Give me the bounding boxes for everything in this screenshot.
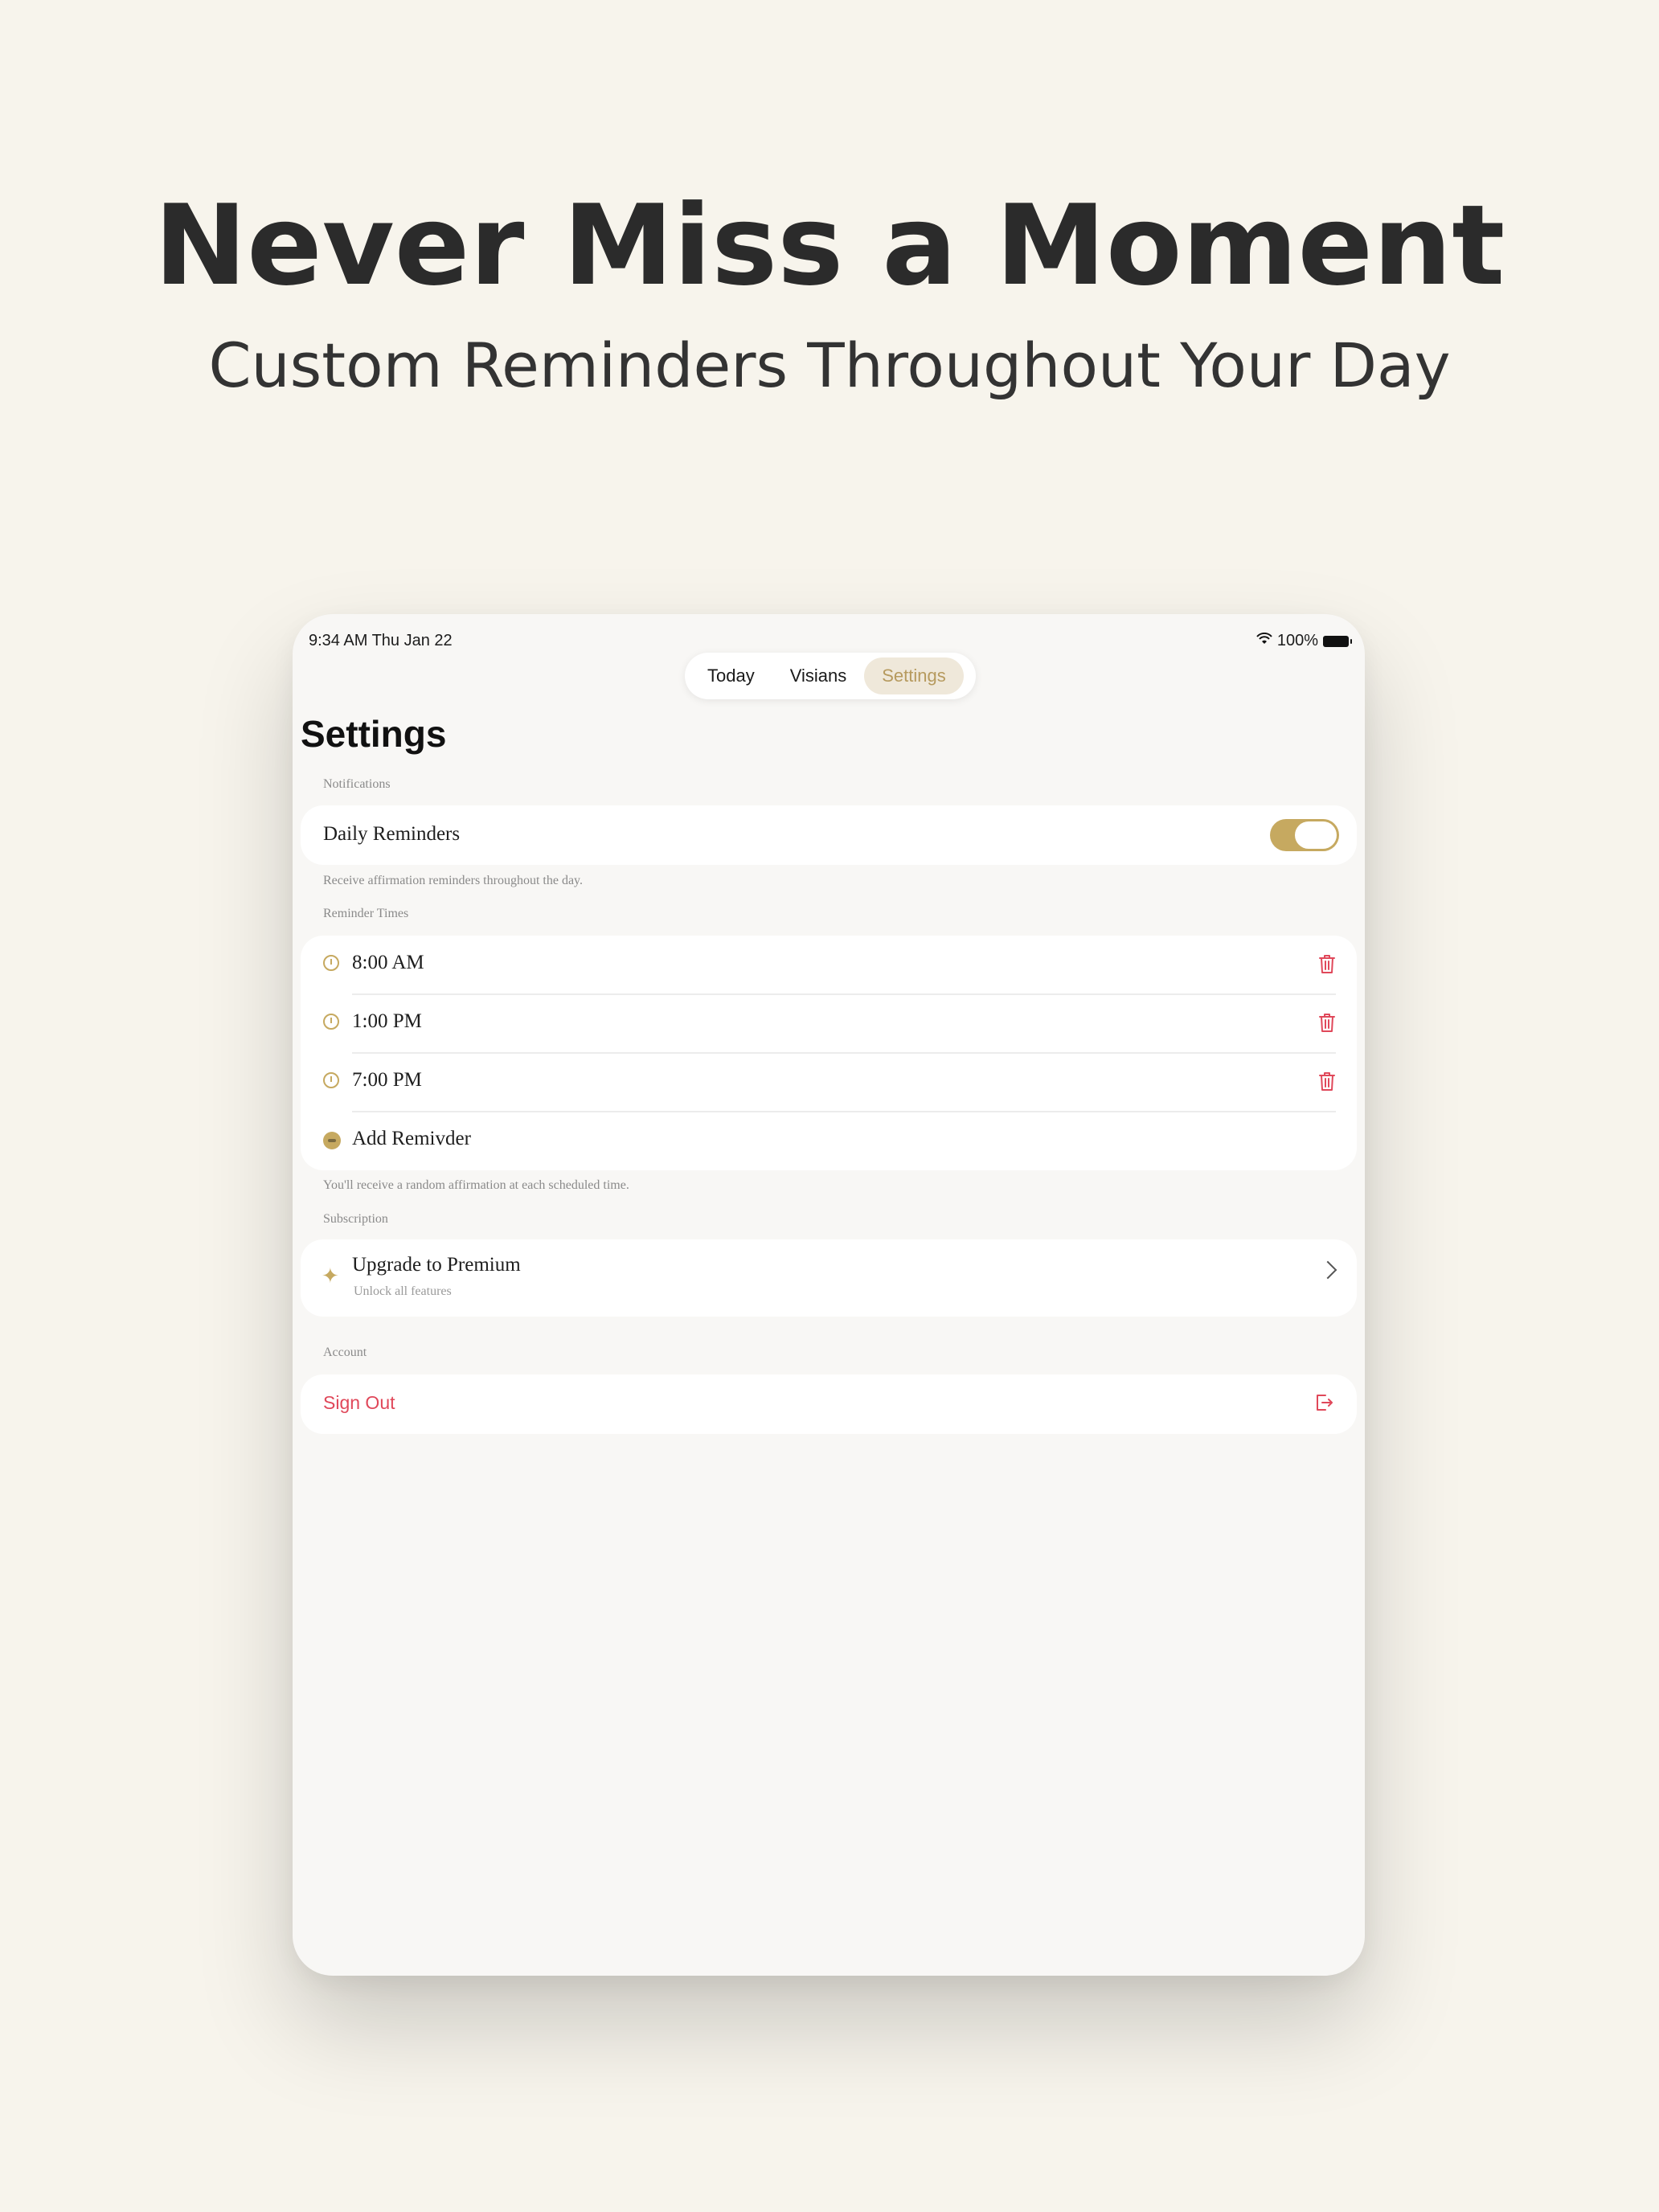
add-reminder-button[interactable]: Add Remivder: [301, 1112, 1357, 1170]
sign-out-row[interactable]: Sign Out: [301, 1374, 1357, 1434]
hero-subtitle: Custom Reminders Throughout Your Day: [208, 330, 1451, 401]
trash-icon[interactable]: [1318, 1012, 1336, 1033]
status-right: 100%: [1256, 632, 1352, 650]
chevron-right-icon: [1318, 1260, 1337, 1280]
wifi-icon: [1256, 632, 1272, 649]
section-label-account: Account: [323, 1346, 367, 1359]
page-title: Settings: [301, 713, 447, 755]
battery-percent: 100%: [1276, 632, 1318, 649]
daily-reminders-card: Daily Reminders: [301, 805, 1357, 865]
reminder-row[interactable]: 8:00 AM: [301, 936, 1357, 994]
battery-icon: [1323, 635, 1352, 647]
daily-reminders-toggle[interactable]: [1270, 819, 1339, 851]
upgrade-subtitle: Unlock all features: [354, 1284, 452, 1298]
toggle-knob: [1295, 821, 1337, 849]
reminder-row[interactable]: 7:00 PM: [301, 1053, 1357, 1112]
tab-today[interactable]: Today: [690, 657, 772, 694]
sparkle-icon: ✦: [322, 1264, 339, 1288]
add-circle-icon: [323, 1132, 341, 1149]
reminder-time: 7:00 PM: [352, 1069, 422, 1091]
reminder-times-note: You'll receive a random affirmation at e…: [323, 1178, 629, 1192]
reminder-times-card: 8:00 AM 1:00 PM 7:00 PM Add Remivder: [301, 936, 1357, 1170]
section-label-notifications: Notifications: [323, 777, 391, 791]
section-label-reminder-times: Reminder Times: [323, 907, 409, 920]
segmented-tabs: Today Visians Settings: [685, 653, 976, 699]
status-time: 9:34 AM Thu Jan 22: [309, 632, 453, 649]
reminder-time: 8:00 AM: [352, 952, 424, 973]
sign-out-label: Sign Out: [323, 1392, 395, 1413]
reminder-time: 1:00 PM: [352, 1010, 422, 1032]
tablet-screen: 9:34 AM Thu Jan 22 100% Today Visians Se…: [293, 614, 1365, 1976]
section-label-subscription: Subscription: [323, 1212, 388, 1226]
tab-settings[interactable]: Settings: [864, 657, 964, 694]
daily-reminders-label: Daily Reminders: [323, 823, 461, 845]
trash-icon[interactable]: [1318, 1071, 1336, 1092]
clock-icon: [323, 1014, 339, 1030]
clock-icon: [323, 1072, 339, 1088]
reminder-row[interactable]: 1:00 PM: [301, 994, 1357, 1053]
upgrade-premium-row[interactable]: ✦ Upgrade to Premium Unlock all features: [301, 1239, 1357, 1317]
trash-icon[interactable]: [1318, 953, 1336, 974]
upgrade-title: Upgrade to Premium: [352, 1254, 521, 1276]
hero-title: Never Miss a Moment: [154, 181, 1505, 310]
tab-visions[interactable]: Visians: [772, 657, 865, 694]
sign-out-icon: [1317, 1395, 1333, 1411]
notifications-note: Receive affirmation reminders throughout…: [323, 874, 584, 887]
clock-icon: [323, 955, 339, 971]
add-reminder-label: Add Remivder: [352, 1128, 471, 1149]
